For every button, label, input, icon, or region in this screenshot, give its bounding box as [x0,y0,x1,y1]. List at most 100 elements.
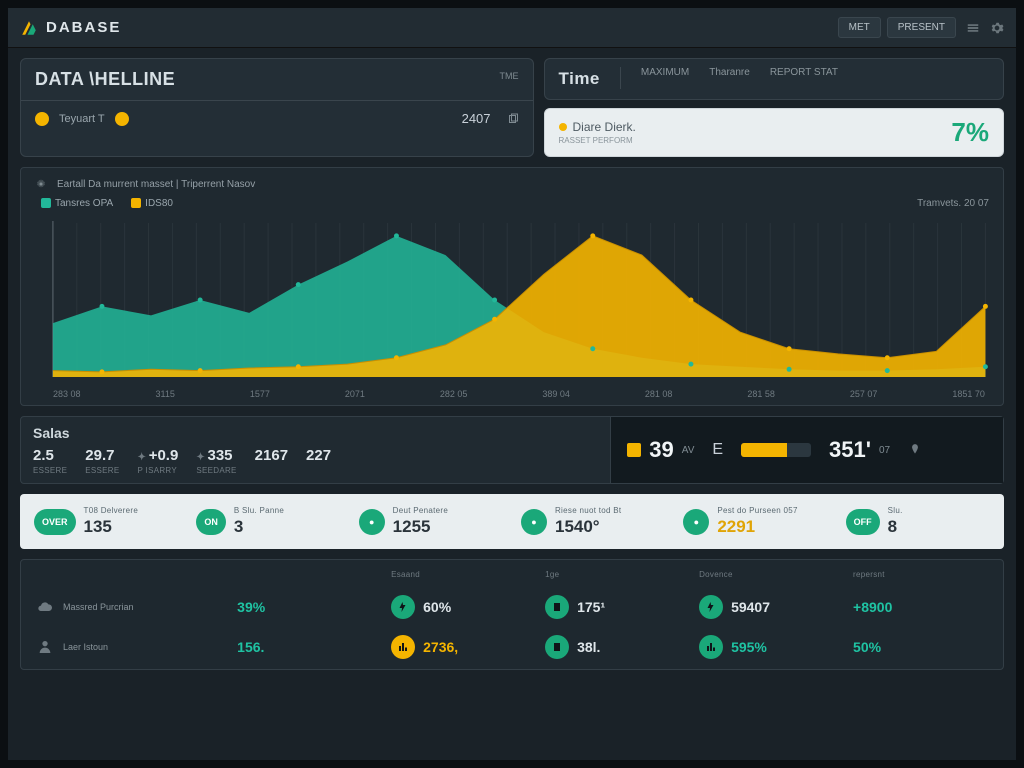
light-cell[interactable]: ●Pest do Purseen 0572291 [677,504,833,539]
grid-col-header: Dovence [689,570,843,579]
grid-col-header: repersnt [843,570,997,579]
x-tick: 282 05 [440,389,468,399]
legend-series-b[interactable]: IDS80 [131,198,173,209]
copy-icon[interactable] [507,113,519,125]
card-data-helline[interactable]: DATA \HELLINE TME Teyuart T 2407 [20,58,534,157]
grid-col-header: Esaand [381,570,535,579]
chart-area[interactable] [35,213,989,383]
chart-right-label: Tramvets. 20 07 [917,198,989,209]
x-tick: 1577 [250,389,270,399]
x-tick: 1851 70 [952,389,985,399]
chart-legend: Tansres OPA IDS80 Tramvets. 20 07 [41,198,989,209]
chart-header: Eartall Da murrent masset | Triperrent N… [35,178,989,190]
sales-title: Salas [33,425,598,441]
person-icon [37,639,53,655]
light-cell[interactable]: ●Deut Penatere1255 [353,504,509,539]
light-cell[interactable]: OVERT08 Delverere135 [28,504,184,539]
metric-icon [391,595,415,619]
settings-icon[interactable] [990,21,1004,35]
card-percent-sub: RASSET PERFORM [559,136,636,145]
sales-mid-label: E [712,441,723,459]
grid-cell: 60% [381,595,535,619]
status-dot-icon [35,112,49,126]
grid-row-lead: Laer Istoun [27,635,227,659]
grid-cell: 595% [689,635,843,659]
card-value: 2407 [462,111,491,126]
badge: ON [196,509,226,535]
chart-panel: Eartall Da murrent masset | Triperrent N… [20,167,1004,406]
card-time-title: Time [559,69,600,89]
light-metric-row: OVERT08 Delverere135ONB Slu. Panne3●Deut… [20,494,1004,549]
grid-cell: 156. [227,635,381,659]
x-tick: 3115 [156,389,175,399]
tab-tharanre[interactable]: Tharanre [709,67,750,89]
card-time-tabs: MAXIMUM Tharanre REPORT STAT [620,67,838,89]
card-title: DATA \HELLINE [35,69,519,90]
sales-right: 39 AV E 351' 07 [610,417,1003,483]
sales-cell: 2167 [255,447,288,475]
sales-strip: Salas 2.5ESSERE29.7ESSERE+0.9P ISARRY335… [20,416,1004,484]
gear-icon[interactable] [35,178,47,190]
square-icon [627,443,641,457]
grid-row-lead: Massred Purcrian [27,595,227,619]
sales-cell: +0.9P ISARRY [138,447,179,475]
cloud-icon [37,599,53,615]
chart-x-axis: 283 08 3115 1577 2071 282 05 389 04 281 08 281 … [35,383,989,399]
grid-col-header [227,570,381,579]
legend-series-a[interactable]: Tansres OPA [41,198,113,209]
sales-cell: 29.7ESSERE [85,447,119,475]
grid-cell: +8900 [843,595,997,619]
badge-icon: ● [683,509,709,535]
grid-cell: 175¹ [535,595,689,619]
menu-icon[interactable] [966,21,980,35]
x-tick: 281 58 [747,389,775,399]
brand-text: DABASE [46,19,121,36]
grid-cell: 59407 [689,595,843,619]
metric-icon [699,595,723,619]
card-corner-tag: TME [500,71,519,81]
sales-cell: 227 [306,447,331,475]
badge-icon: ● [521,509,547,535]
dark-stats-grid: Esaand1geDovencerepersnt Massred Purcrian… [20,559,1004,670]
status-dot-icon [115,112,129,126]
card-percent-value: 7% [951,117,989,148]
badge: OFF [846,509,880,535]
x-tick: 2071 [345,389,365,399]
area-chart [35,213,989,383]
sales-cell: 335SEEDARE [196,447,236,475]
grid-cell: 39% [227,595,381,619]
x-tick: 257 07 [850,389,878,399]
summary-cards: DATA \HELLINE TME Teyuart T 2407 Time MA… [8,48,1016,157]
badge: OVER [34,509,76,535]
light-cell[interactable]: ●Riese nuot tod Bt1540° [515,504,671,539]
x-tick: 389 04 [542,389,570,399]
topbar-button-met[interactable]: MET [838,17,881,38]
card-percent[interactable]: Diare Dierk. RASSET PERFORM 7% [544,108,1004,157]
metric-icon [545,635,569,659]
dot-icon [559,123,567,131]
grid-col-header: 1ge [535,570,689,579]
sales-left: Salas 2.5ESSERE29.7ESSERE+0.9P ISARRY335… [21,417,610,483]
mini-bar [741,443,811,457]
sales-big-2: 351' 07 [829,437,890,463]
card-time[interactable]: Time MAXIMUM Tharanre REPORT STAT [544,58,1004,100]
badge-icon: ● [359,509,385,535]
grid-cell: 38l. [535,635,689,659]
chart-header-text: Eartall Da murrent masset | Triperrent N… [57,179,255,190]
x-tick: 283 08 [53,389,81,399]
topbar: DABASE MET PRESENT [8,8,1016,48]
card-pill-label: Teyuart T [59,113,105,125]
metric-icon [545,595,569,619]
sales-big-1: 39 AV [627,437,694,463]
tab-maximum[interactable]: MAXIMUM [641,67,689,89]
pin-icon[interactable] [908,443,922,457]
app-root: DABASE MET PRESENT DATA \HELLINE TME Tey… [0,0,1024,768]
metric-icon [699,635,723,659]
light-cell[interactable]: ONB Slu. Panne3 [190,504,346,539]
light-cell[interactable]: OFFSlu.8 [840,504,996,539]
topbar-button-present[interactable]: PRESENT [887,17,956,38]
card-percent-label: Diare Dierk. [559,120,636,134]
x-tick: 281 08 [645,389,673,399]
grid-cell: 50% [843,635,997,659]
tab-report[interactable]: REPORT STAT [770,67,838,89]
